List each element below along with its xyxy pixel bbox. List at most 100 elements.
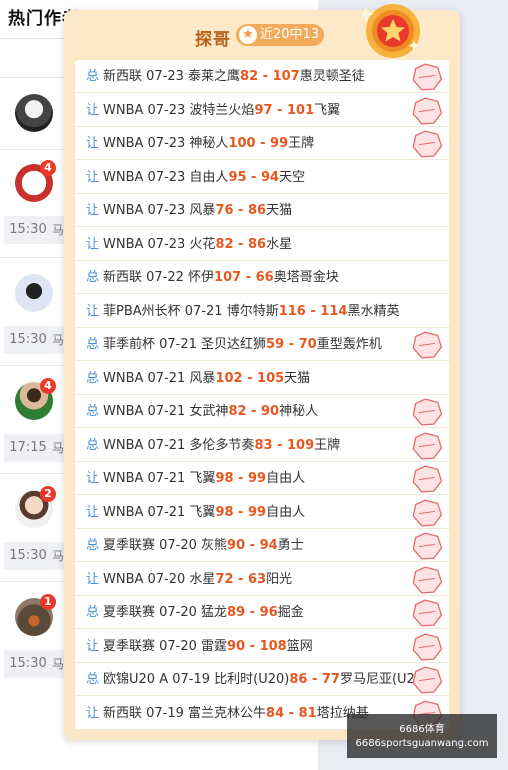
hit-stamp-icon xyxy=(412,130,442,158)
away-score: 66 xyxy=(255,270,274,285)
pick-type-label: 让 xyxy=(86,638,100,654)
watermark: 6686体育 6686sportsguanwang.com xyxy=(347,714,497,758)
home-score: 83 xyxy=(254,437,273,453)
match-time: 15:30 xyxy=(4,216,52,244)
match-home-team: WNBA 07-23 火花 xyxy=(103,236,216,252)
pick-row[interactable]: 让菲PBA州长杯 07-21 博尔特斯116 - 114黑水精英 xyxy=(75,295,449,328)
pick-row[interactable]: 让 WNBA 07-23 火花82 - 86水星 xyxy=(75,228,449,261)
pick-match: 夏季联赛 07-20 雷霆90 - 108篮网 xyxy=(103,630,313,663)
score-separator: - xyxy=(233,203,248,218)
score-separator: - xyxy=(272,437,287,453)
match-home-team: 欧锦U20 A 07-19 比利时(U20) xyxy=(103,672,290,687)
pick-row[interactable]: 让 WNBA 07-23 风暴76 - 86天猫 xyxy=(75,194,449,227)
away-score: 108 xyxy=(259,638,287,654)
hit-stamp-icon xyxy=(412,632,442,661)
avatar[interactable] xyxy=(15,274,53,312)
pick-type-label: 让 xyxy=(86,504,100,520)
away-score: 107 xyxy=(272,69,300,84)
record-badge: ★ 近20中13 xyxy=(236,24,324,46)
home-score: 100 xyxy=(228,136,256,151)
pick-row[interactable]: 让 WNBA 07-23 自由人95 - 94天空 xyxy=(75,161,449,194)
pick-type-label: 让 xyxy=(86,102,100,118)
score-separator: - xyxy=(245,538,260,553)
match-away-team: 勇士 xyxy=(277,538,304,553)
score-separator: - xyxy=(245,605,260,620)
home-score: 98 xyxy=(215,504,234,520)
match-away-team: 自由人 xyxy=(266,471,306,486)
home-score: 76 xyxy=(215,203,234,218)
pick-row[interactable]: 让 WNBA 07-21 飞翼98 - 99自由人 xyxy=(75,462,449,495)
pick-row[interactable]: 总 WNBA 07-21 风暴102 - 105天猫 xyxy=(75,362,449,395)
pick-row[interactable]: 让 WNBA 07-20 水星72 - 63阳光 xyxy=(75,563,449,596)
pick-row[interactable]: 总新西联 07-23 泰莱之鹰82 - 107惠灵顿圣徒 xyxy=(75,60,449,93)
hit-stamp-icon xyxy=(412,431,442,460)
pick-type-label: 总 xyxy=(86,69,100,84)
match-time: 15:30 xyxy=(4,326,52,354)
unread-badge: 4 xyxy=(40,160,56,176)
pick-type-label: 让 xyxy=(86,471,100,486)
pick-type-label: 让 xyxy=(86,136,100,151)
avatar[interactable] xyxy=(15,94,53,132)
match-home-team: 夏季联赛 07-20 雷霆 xyxy=(103,638,228,654)
pick-match: 新西联 07-23 泰莱之鹰82 - 107惠灵顿圣徒 xyxy=(103,60,365,93)
match-time: 17:15 xyxy=(4,434,52,462)
match-home-team: 菲PBA州长杯 07-21 博尔特斯 xyxy=(103,303,279,319)
score-separator: - xyxy=(246,169,261,185)
hit-stamp-icon xyxy=(412,398,442,426)
pick-row[interactable]: 让夏季联赛 07-20 雷霆90 - 108篮网 xyxy=(75,630,449,663)
pick-row[interactable]: 总 WNBA 07-21 女武神82 - 90神秘人 xyxy=(75,395,449,428)
pick-row[interactable]: 总夏季联赛 07-20 猛龙89 - 96掘金 xyxy=(75,596,449,629)
pick-type-label: 让 xyxy=(86,203,100,218)
pick-row[interactable]: 让 WNBA 07-23 波特兰火焰97 - 101飞翼 xyxy=(75,94,449,127)
score-separator: - xyxy=(284,705,299,721)
picks-list[interactable]: 总新西联 07-23 泰莱之鹰82 - 107惠灵顿圣徒让 WNBA 07-23 … xyxy=(75,60,449,730)
home-score: 82 xyxy=(228,404,247,419)
pick-match: WNBA 07-21 飞翼98 - 99自由人 xyxy=(103,496,305,529)
match-away-team: 黑水精英 xyxy=(347,303,400,319)
hit-stamp-icon xyxy=(412,63,442,91)
home-score: 102 xyxy=(215,370,243,386)
match-home-team: WNBA 07-23 风暴 xyxy=(103,203,216,218)
pick-row[interactable]: 总 WNBA 07-21 多伦多节奏83 - 109王牌 xyxy=(75,429,449,462)
away-score: 109 xyxy=(286,437,315,453)
pick-row[interactable]: 总夏季联赛 07-20 灰熊90 - 94勇士 xyxy=(75,529,449,562)
pick-match: 欧锦U20 A 07-19 比利时(U20)86 - 77罗马尼亚(U20) xyxy=(103,663,428,696)
star-icon: ★ xyxy=(239,26,257,44)
pick-row[interactable]: 让 WNBA 07-21 飞翼98 - 99自由人 xyxy=(75,496,449,529)
match-away-team: 水星 xyxy=(266,236,293,252)
away-score: 114 xyxy=(320,303,348,319)
pick-type-label: 让 xyxy=(86,169,100,185)
pick-type-label: 总 xyxy=(86,437,100,453)
match-home-team: WNBA 07-23 自由人 xyxy=(103,169,229,185)
expert-name: 探哥 xyxy=(195,30,231,50)
hit-stamp-icon xyxy=(412,331,442,359)
pick-type-label: 总 xyxy=(86,672,100,687)
pick-type-label: 总 xyxy=(86,370,100,386)
match-away-team: 自由人 xyxy=(266,504,306,520)
home-score: 82 xyxy=(215,236,234,252)
match-away-team: 飞翼 xyxy=(314,102,341,118)
pick-match: 夏季联赛 07-20 猛龙89 - 96掘金 xyxy=(103,596,304,629)
match-home-team: WNBA 07-23 神秘人 xyxy=(103,136,229,151)
pick-row[interactable]: 让 WNBA 07-23 神秘人100 - 99王牌 xyxy=(75,127,449,160)
home-score: 95 xyxy=(228,169,247,185)
pick-row[interactable]: 总新西联 07-22 怀伊107 - 66奥塔哥金块 xyxy=(75,261,449,294)
score-separator: - xyxy=(284,337,299,352)
pick-row[interactable]: 总欧锦U20 A 07-19 比利时(U20)86 - 77罗马尼亚(U20) xyxy=(75,663,449,696)
match-away-team: 奥塔哥金块 xyxy=(273,270,339,285)
pick-type-label: 让 xyxy=(86,571,100,587)
away-score: 99 xyxy=(247,504,267,520)
away-score: 94 xyxy=(260,169,280,185)
match-time: 15:30 xyxy=(4,650,52,678)
pick-type-label: 总 xyxy=(86,404,100,419)
pick-type-label: 总 xyxy=(86,270,100,285)
score-separator: - xyxy=(242,370,258,386)
match-away-team: 天空 xyxy=(279,169,306,185)
away-score: 86 xyxy=(247,203,267,218)
match-home-team: 新西联 07-23 泰莱之鹰 xyxy=(103,69,241,84)
away-score: 63 xyxy=(247,571,267,587)
away-score: 99 xyxy=(247,471,267,486)
pick-row[interactable]: 总菲季前杯 07-21 圣贝达红狮59 - 70重型轰炸机 xyxy=(75,328,449,361)
match-home-team: 新西联 07-19 富兰克林公牛 xyxy=(103,705,267,721)
unread-badge: 4 xyxy=(40,378,56,394)
